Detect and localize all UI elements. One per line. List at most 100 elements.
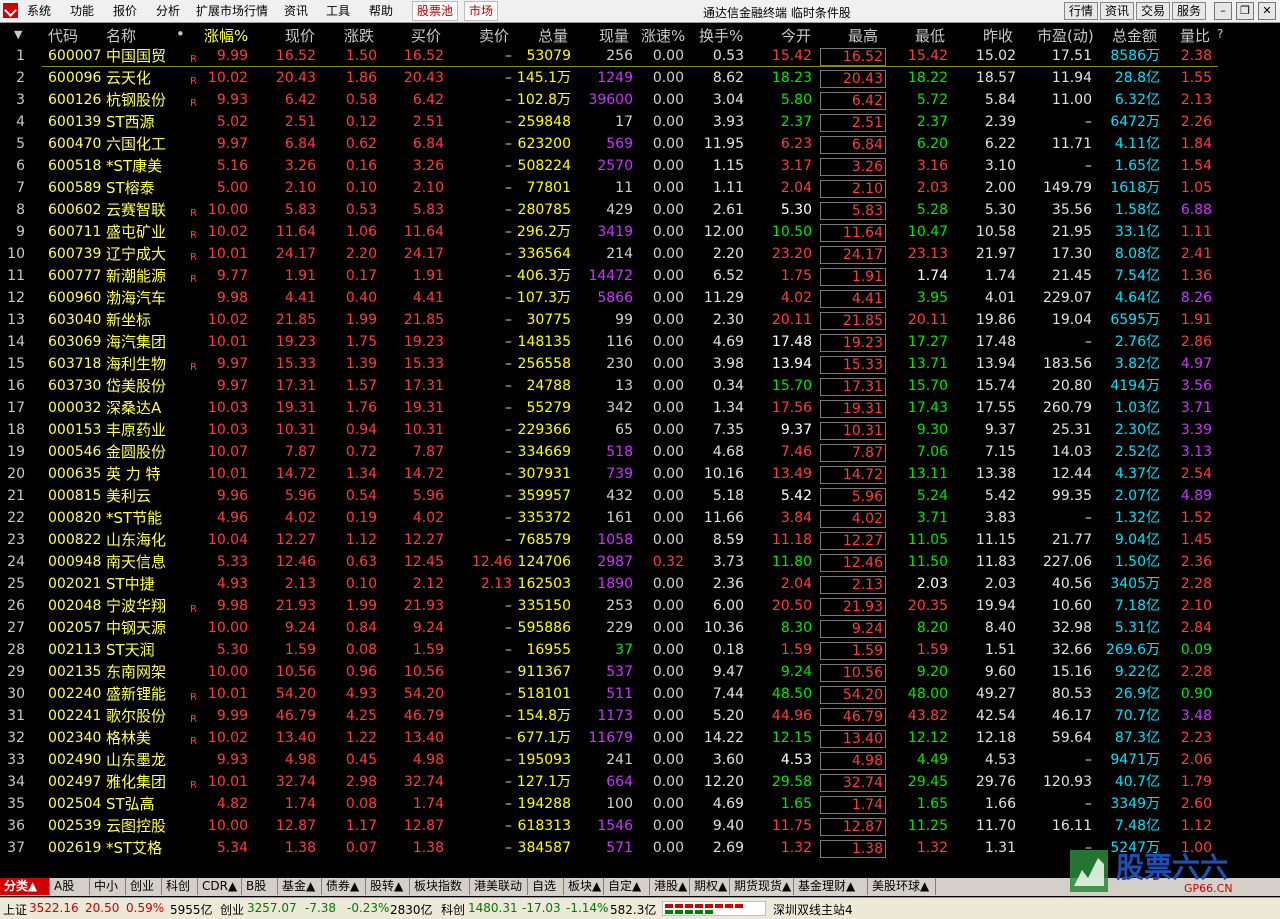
tab-0[interactable]: 分类▲ (0, 878, 50, 895)
table-row[interactable]: 30 002240 盛新锂能 R 10.01 54.20 4.93 54.20–518101 5… (0, 683, 1280, 705)
table-row[interactable]: 27 002057 中钢天源 10.00 9.24 0.84 9.24 –595886 229 0… (0, 617, 1280, 639)
tab-15[interactable]: 港股▲ (650, 878, 690, 895)
tab-9[interactable]: 股转▲ (366, 878, 410, 895)
table-row[interactable]: 21 000815 美利云 9.96 5.96 0.54 5.96 –359957 432 0.0… (0, 485, 1280, 507)
service-button[interactable]: 服务 (1172, 2, 1207, 20)
table-row[interactable]: 3 600126 杭钢股份 R 9.93 6.42 0.58 6.42–102.8万 39600… (0, 89, 1280, 111)
table-row[interactable]: 8 600602 云赛智联 R 10.00 5.83 0.53 5.83–280785 429 0… (0, 199, 1280, 221)
col-pe[interactable]: 市盈(动) (1037, 25, 1094, 46)
stock-pool-button[interactable]: 股票池 (412, 1, 459, 21)
table-row[interactable]: 19 000546 金圆股份 10.07 7.87 0.72 7.87 –334669 518 0… (0, 441, 1280, 463)
menu-news[interactable]: 资讯 (284, 4, 308, 18)
market-button[interactable]: 市场 (464, 1, 499, 21)
col-change-pct[interactable]: 涨幅% (204, 25, 248, 46)
quote-button[interactable]: 行情 (1064, 2, 1099, 20)
table-row[interactable]: 12 600960 渤海汽车 9.98 4.41 0.40 4.41 –107.3万 5866 0… (0, 287, 1280, 309)
menu-help[interactable]: 帮助 (369, 4, 393, 18)
table-row[interactable]: 17 000032 深桑达A 10.03 19.31 1.76 19.31 –55279 342… (0, 397, 1280, 419)
menu-tools[interactable]: 工具 (326, 4, 350, 18)
col-volume[interactable]: 总量 (538, 25, 568, 46)
restore-icon[interactable]: ❐ (1236, 2, 1254, 20)
volume: 307931 (517, 466, 571, 482)
table-row[interactable]: 10 600739 辽宁成大 R 10.01 24.17 2.20 24.17–336564 2… (0, 243, 1280, 265)
tab-5[interactable]: CDR▲ (198, 878, 242, 895)
tab-11[interactable]: 港美联动 (470, 878, 528, 895)
table-row[interactable]: 11 600777 新潮能源 R 9.77 1.91 0.17 1.91–406.3万 1447… (0, 265, 1280, 287)
tab-16[interactable]: 期权▲ (690, 878, 730, 895)
col-prev-close[interactable]: 昨收 (983, 25, 1013, 46)
tab-12[interactable]: 自选 (528, 878, 564, 895)
table-row[interactable]: 23 000822 山东海化 10.04 12.27 1.12 12.27 –768579 10… (0, 529, 1280, 551)
col-change[interactable]: 涨跌 (344, 25, 374, 46)
table-row[interactable]: 33 002490 山东墨龙 9.93 4.98 0.45 4.98–195093 241 0.… (0, 749, 1280, 771)
help-icon[interactable]: ? (1217, 27, 1223, 41)
col-vol-ratio[interactable]: 量比 (1180, 25, 1210, 46)
table-row[interactable]: 29 002135 东南网架 10.00 10.56 0.96 10.56 –911367 53… (0, 661, 1280, 683)
col-bid[interactable]: 买价 (411, 25, 441, 46)
menu-function[interactable]: 功能 (70, 4, 94, 18)
server-status[interactable]: 深圳双线主站4 (773, 901, 853, 918)
menu-analysis[interactable]: 分析 (156, 4, 180, 18)
table-row[interactable]: 7 600589 ST榕泰 5.00 2.10 0.10 2.10 –77801 11 0.00 1… (0, 177, 1280, 199)
col-open[interactable]: 今开 (781, 25, 811, 46)
table-row[interactable]: 15 603718 海利生物 R 9.97 15.33 1.39 15.33–256558 23… (0, 353, 1280, 375)
menu-quote[interactable]: 报价 (113, 4, 137, 18)
change-pct: 9.99 (216, 708, 248, 724)
table-row[interactable]: 32 002340 格林美 R 10.02 13.40 1.22 13.40–677.1万 11… (0, 727, 1280, 749)
table-row[interactable]: 9 600711 盛屯矿业 R 10.02 11.64 1.06 11.64–296.2万 34… (0, 221, 1280, 243)
tab-1[interactable]: A股 (50, 878, 90, 895)
table-row[interactable]: 36 002539 云图控股 10.00 12.87 1.17 12.87 –618313 15… (0, 815, 1280, 837)
table-row[interactable]: 5 600470 六国化工 9.97 6.84 0.62 6.84 –623200 569 0.0… (0, 133, 1280, 155)
table-row[interactable]: 1 600007 中国国贸 R 9.99 16.52 1.50 16.52–53079 256 0… (0, 45, 1280, 67)
stock-name: 英 力 特 (106, 465, 161, 483)
col-speed[interactable]: 涨速% (641, 25, 685, 46)
tab-17[interactable]: 期货现货▲ (730, 878, 794, 895)
tab-10[interactable]: 板块指数 (410, 878, 470, 895)
tab-14[interactable]: 自定▲ (604, 878, 650, 895)
menu-system[interactable]: 系统 (27, 4, 51, 18)
table-row[interactable]: 24 000948 南天信息 5.33 12.46 0.63 12.45 12.46 12470… (0, 551, 1280, 573)
tab-4[interactable]: 科创 (162, 878, 198, 895)
col-low[interactable]: 最低 (915, 25, 945, 46)
close-icon[interactable]: ✕ (1258, 2, 1276, 20)
tab-8[interactable]: 债券▲ (322, 878, 366, 895)
table-row[interactable]: 14 603069 海汽集团 10.01 19.23 1.75 19.23–148135 11… (0, 331, 1280, 353)
prev-close: 42.54 (975, 708, 1016, 724)
col-amount[interactable]: 总金额 (1112, 25, 1157, 46)
table-row[interactable]: 13 603040 新坐标 10.02 21.85 1.99 21.85 –30775 99 0.… (0, 309, 1280, 331)
table-row[interactable]: 2 600096 云天化 R 10.02 20.43 1.86 20.43–145.1万 124… (0, 67, 1280, 89)
table-row[interactable]: 16 603730 岱美股份 9.97 17.31 1.57 17.31 –24788 13 0.… (0, 375, 1280, 397)
col-code[interactable]: 代码 (48, 25, 78, 46)
table-row[interactable]: 6 600518 *ST康美 5.16 3.26 0.16 3.26–508224 2570 0… (0, 155, 1280, 177)
menu-ext-market[interactable]: 扩展市场行情 (196, 4, 268, 18)
table-row[interactable]: 4 600139 ST西源 5.02 2.51 0.12 2.51–259848 17 0.00… (0, 111, 1280, 133)
table-row[interactable]: 22 000820 *ST节能 4.96 4.02 0.19 4.02–335372 161 0… (0, 507, 1280, 529)
trade-button[interactable]: 交易 (1136, 2, 1171, 20)
table-row[interactable]: 35 002504 ST弘高 4.82 1.74 0.08 1.74–194288 100 0.… (0, 793, 1280, 815)
col-turnover[interactable]: 换手% (699, 25, 743, 46)
table-row[interactable]: 20 000635 英 力 特 10.01 14.72 1.34 14.72 –307931 7… (0, 463, 1280, 485)
tab-7[interactable]: 基金▲ (278, 878, 322, 895)
tab-2[interactable]: 中小 (90, 878, 126, 895)
news-button[interactable]: 资讯 (1100, 2, 1135, 20)
col-cur-volume[interactable]: 现量 (599, 25, 629, 46)
col-ask[interactable]: 卖价 (479, 25, 509, 46)
table-row[interactable]: 26 002048 宁波华翔 R 9.98 21.93 1.99 21.93–335150 25… (0, 595, 1280, 617)
tab-18[interactable]: 基金理财▲ (794, 878, 868, 895)
table-row[interactable]: 34 002497 雅化集团 R 10.01 32.74 2.98 32.74–127.1万 6… (0, 771, 1280, 793)
tab-13[interactable]: 板块▲ (564, 878, 604, 895)
tab-19[interactable]: 美股环球▲ (868, 878, 936, 895)
col-name[interactable]: 名称 (106, 25, 136, 46)
table-row[interactable]: 31 002241 歌尔股份 R 9.99 46.79 4.25 46.79–154.8万 11… (0, 705, 1280, 727)
tab-3[interactable]: 创业 (126, 878, 162, 895)
table-row[interactable]: 18 000153 丰原药业 10.03 10.31 0.94 10.31 –229366 65… (0, 419, 1280, 441)
col-high[interactable]: 最高 (848, 25, 878, 46)
stock-code: 002619 (48, 840, 102, 856)
tab-6[interactable]: B股 (242, 878, 278, 895)
table-row[interactable]: 25 002021 ST中捷 4.93 2.13 0.10 2.12 2.13 162503 18… (0, 573, 1280, 595)
sort-down-icon[interactable]: ▼ (14, 28, 22, 41)
minimize-icon[interactable]: – (1214, 2, 1232, 20)
col-price[interactable]: 现价 (285, 25, 315, 46)
table-row[interactable]: 28 002113 ST天润 5.30 1.59 0.08 1.59 –16955 37 0.00… (0, 639, 1280, 661)
col-flag[interactable]: • (176, 25, 185, 43)
